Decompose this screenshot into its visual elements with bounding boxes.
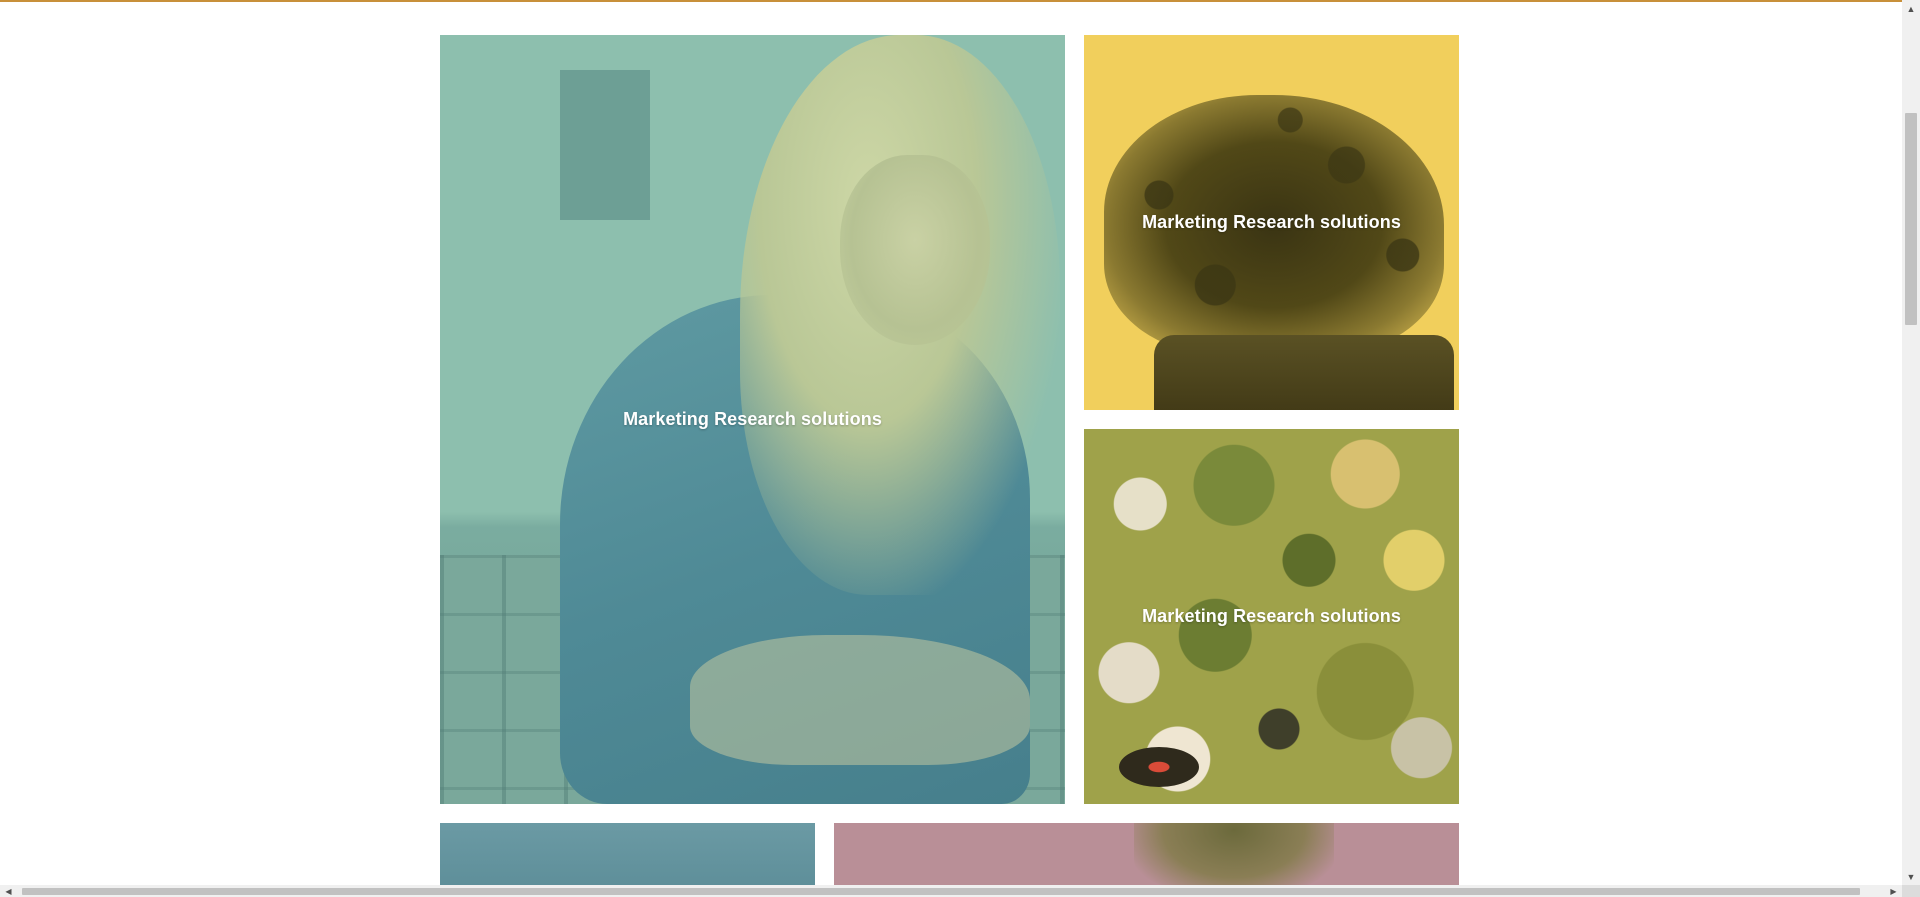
gallery-tile-illustration[interactable]: Marketing Research solutions xyxy=(1084,429,1459,804)
scroll-left-icon[interactable]: ◀ xyxy=(0,885,17,897)
gallery-tile-woman[interactable]: Marketing Research solutions xyxy=(440,35,1065,804)
horizontal-scrollbar[interactable]: ◀ ▶ xyxy=(0,885,1902,897)
gallery-tile-plant[interactable]: Marketing Research solutions xyxy=(1084,35,1459,410)
background-window xyxy=(560,70,650,220)
vertical-scroll-thumb[interactable] xyxy=(1905,113,1917,325)
top-accent-rule xyxy=(0,0,1920,2)
vertical-scrollbar[interactable]: ▲ ▼ xyxy=(1902,0,1920,885)
arm-shape xyxy=(690,635,1030,765)
tile-caption: Marketing Research solutions xyxy=(1142,606,1401,626)
record-icon xyxy=(1119,747,1199,787)
pot-shape xyxy=(1154,335,1454,410)
scroll-right-icon[interactable]: ▶ xyxy=(1885,885,1902,897)
tile-caption: Marketing Research solutions xyxy=(623,409,882,429)
scroll-down-icon[interactable]: ▼ xyxy=(1902,868,1920,885)
tile-caption: Marketing Research solutions xyxy=(1142,212,1401,232)
scroll-up-icon[interactable]: ▲ xyxy=(1902,0,1920,17)
horizontal-scroll-thumb[interactable] xyxy=(22,888,1860,895)
face-shape xyxy=(840,155,990,345)
scrollbar-corner xyxy=(1902,885,1920,897)
